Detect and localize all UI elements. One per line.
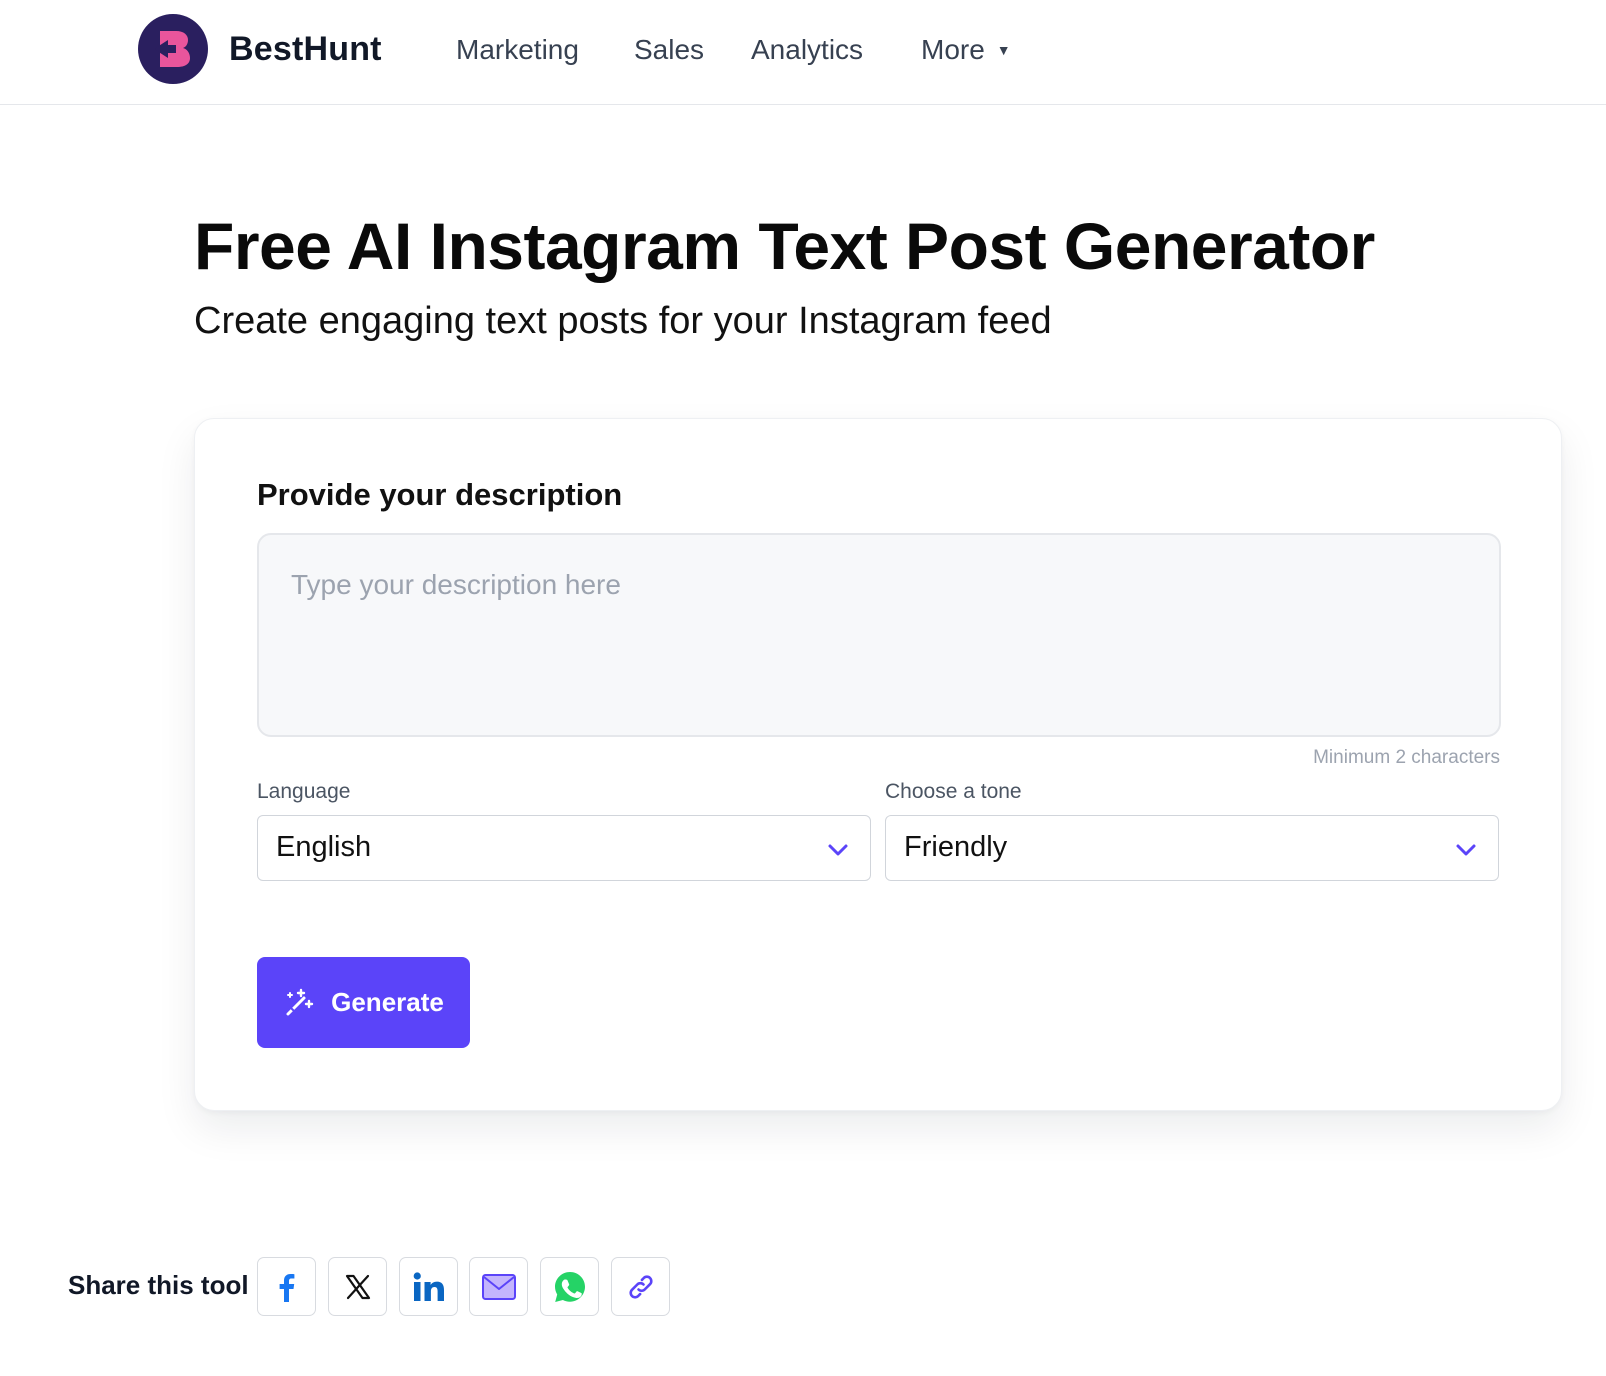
share-whatsapp-button[interactable] <box>540 1257 599 1316</box>
share-copy-link-button[interactable] <box>611 1257 670 1316</box>
nav-sales[interactable]: Sales <box>634 34 704 66</box>
generate-button[interactable]: Generate <box>257 957 470 1048</box>
top-navbar: BestHunt Marketing Sales Analytics More … <box>0 0 1606 105</box>
tone-select[interactable]: Friendly <box>885 815 1499 881</box>
min-characters-hint: Minimum 2 characters <box>1313 747 1500 768</box>
chevron-down-icon <box>828 844 848 856</box>
language-label: Language <box>257 780 351 803</box>
description-heading: Provide your description <box>257 477 623 512</box>
besthunt-logo-icon[interactable] <box>138 14 208 84</box>
language-value: English <box>276 831 372 863</box>
magic-wand-icon <box>286 988 314 1015</box>
nav-analytics[interactable]: Analytics <box>751 34 863 66</box>
caret-down-icon: ▼ <box>996 42 1011 58</box>
generator-card: Provide your description Minimum 2 chara… <box>194 418 1562 1111</box>
description-input[interactable] <box>257 533 1501 737</box>
brand-name[interactable]: BestHunt <box>229 30 382 69</box>
page-subtitle: Create engaging text posts for your Inst… <box>194 300 1052 342</box>
tone-label: Choose a tone <box>885 780 1022 803</box>
share-label: Share this tool <box>68 1270 249 1300</box>
share-facebook-button[interactable] <box>257 1257 316 1316</box>
chevron-down-icon <box>1456 844 1476 856</box>
facebook-icon <box>279 1273 294 1302</box>
whatsapp-icon <box>554 1271 585 1302</box>
nav-marketing[interactable]: Marketing <box>456 34 579 66</box>
generate-label: Generate <box>331 987 444 1017</box>
nav-more[interactable]: More ▼ <box>921 34 1011 66</box>
linkedin-icon <box>413 1271 444 1301</box>
link-icon <box>628 1274 653 1299</box>
x-icon <box>345 1274 370 1299</box>
share-email-button[interactable] <box>469 1257 528 1316</box>
tone-value: Friendly <box>904 831 1008 863</box>
share-linkedin-button[interactable] <box>399 1257 458 1316</box>
language-select[interactable]: English <box>257 815 871 881</box>
nav-more-label: More <box>921 34 985 65</box>
email-icon <box>481 1273 516 1300</box>
page-title: Free AI Instagram Text Post Generator <box>194 209 1375 283</box>
share-x-button[interactable] <box>328 1257 387 1316</box>
